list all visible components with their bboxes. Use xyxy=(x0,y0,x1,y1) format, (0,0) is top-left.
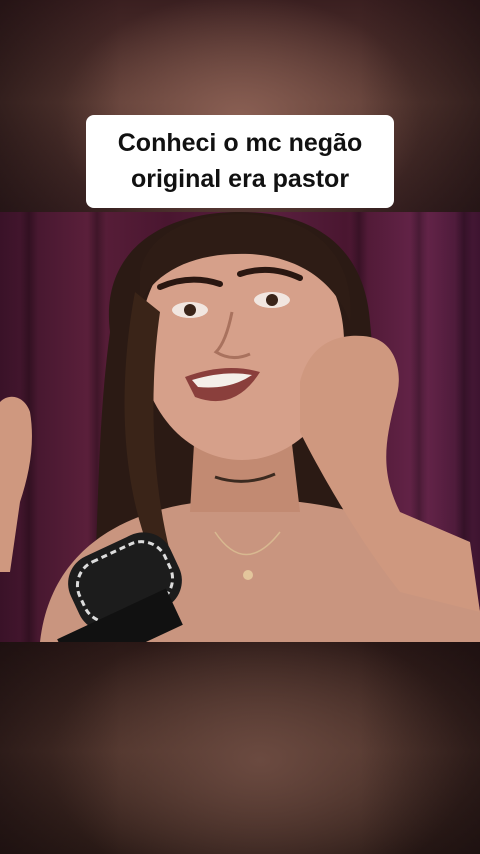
caption-line-2: original era pastor xyxy=(130,165,350,193)
speaker-illustration xyxy=(0,212,480,642)
video-caption: Conheci o mc negão original era pastor xyxy=(86,115,394,208)
caption-line-1: Conheci o mc negão xyxy=(117,129,363,157)
short-video-screen[interactable]: Conheci o mc negão original era pastor xyxy=(0,0,480,854)
video-frame[interactable] xyxy=(0,212,480,642)
